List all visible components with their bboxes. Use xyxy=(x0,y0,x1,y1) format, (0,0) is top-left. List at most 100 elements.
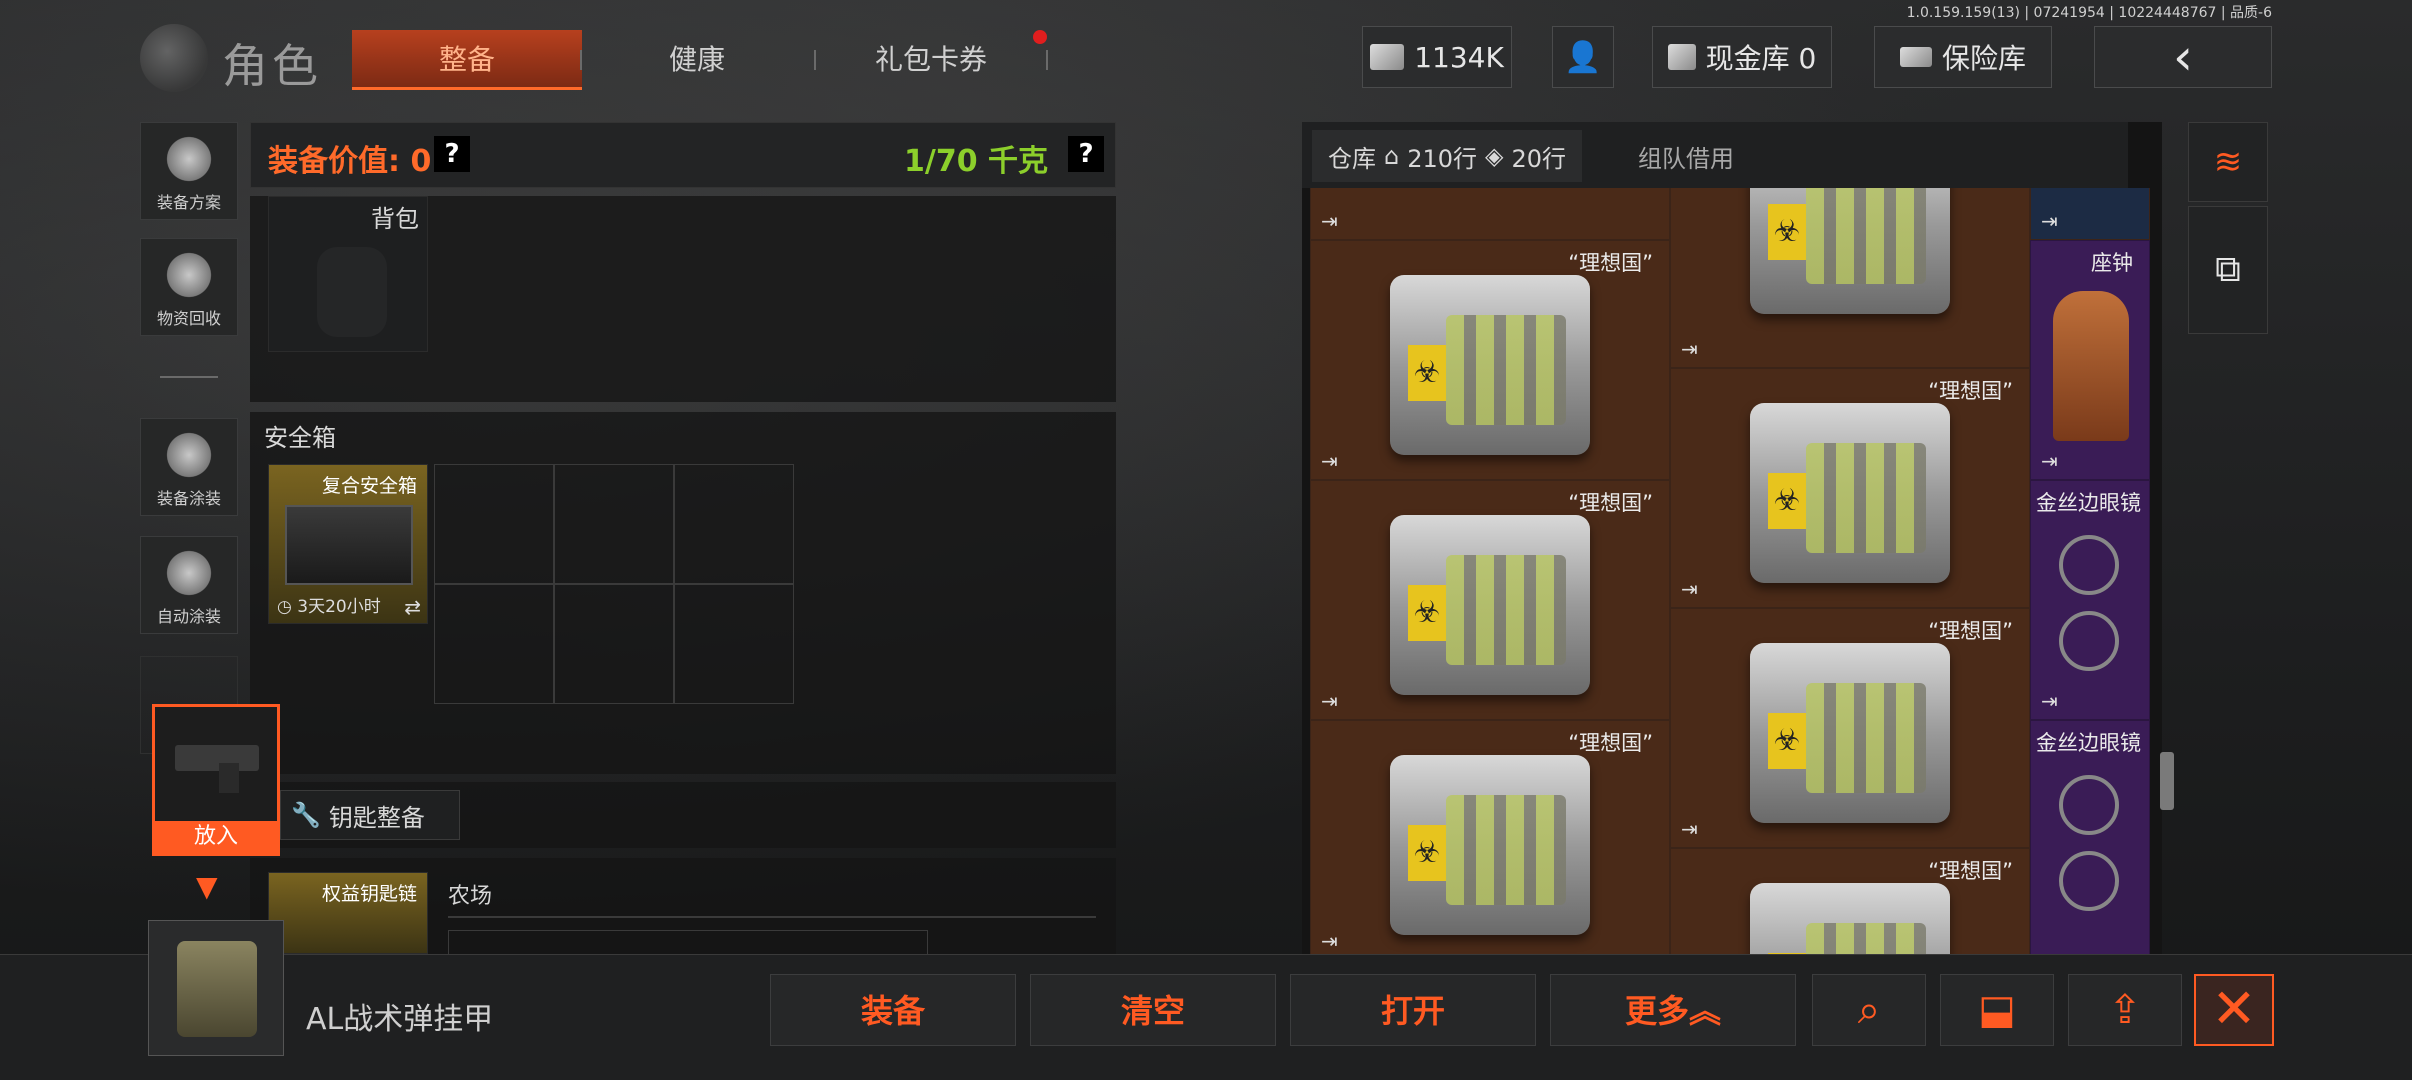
safe-box-grid xyxy=(434,464,794,704)
layers-download-icon: ⧉ xyxy=(2215,249,2241,290)
item-name: “理想国” xyxy=(1928,859,2013,883)
sidebar-divider xyxy=(160,376,218,378)
sidebar-equipment-plan[interactable]: 装备方案 xyxy=(140,122,238,220)
biohazard-case-icon xyxy=(1750,882,1950,954)
expand-icon: ⬓ xyxy=(1978,987,2016,1033)
warehouse-item[interactable]: 座钟 ⇥ xyxy=(2030,240,2150,480)
grid-cell[interactable] xyxy=(674,464,794,584)
cash-vault-button[interactable]: 现金库 0 xyxy=(1652,26,1832,88)
insurance-vault-button[interactable]: 保险库 xyxy=(1874,26,2052,88)
key-chain-item[interactable]: 权益钥匙链 xyxy=(268,872,428,954)
agent-button[interactable]: 👤 xyxy=(1552,26,1614,88)
warehouse-item[interactable]: ⇥ xyxy=(1670,188,2030,368)
transfer-icon: ⇥ xyxy=(1321,689,1338,713)
transfer-icon: ⇥ xyxy=(1681,817,1698,841)
item-name: “理想国” xyxy=(1928,619,2013,643)
warehouse-item[interactable]: 金丝边眼镜 ⇥ xyxy=(2030,480,2150,720)
tab-warehouse[interactable]: 仓库 ⌂ 210行 ◈ 20行 xyxy=(1312,130,1583,182)
biohazard-case-icon xyxy=(1390,274,1590,455)
dragged-item[interactable]: 放入 xyxy=(152,704,280,856)
grid-cell[interactable] xyxy=(554,584,674,704)
warehouse-item[interactable]: ⇥ xyxy=(1310,188,1670,240)
safe-box-item[interactable]: 复合安全箱 ◷ 3天20小时 ⇄ xyxy=(268,464,428,624)
warehouse-item[interactable]: 金丝边眼镜 xyxy=(2030,720,2150,954)
warehouse-rows-2: 20行 xyxy=(1511,144,1567,173)
grid-cell[interactable] xyxy=(434,584,554,704)
sidebar-auto-paint[interactable]: 自动涂装 xyxy=(140,536,238,634)
biohazard-case-icon xyxy=(1750,402,1950,583)
back-button[interactable]: ‹ xyxy=(2094,26,2272,88)
swap-icon[interactable]: ⇄ xyxy=(404,595,421,619)
tab-equip[interactable]: 整备 xyxy=(352,30,582,90)
tab-team-borrow[interactable]: 组队借用 xyxy=(1594,130,1778,182)
biohazard-case-icon xyxy=(1750,188,1950,315)
sidebar-paint[interactable]: 装备涂装 xyxy=(140,418,238,516)
value-help-button[interactable]: ? xyxy=(434,136,470,172)
warehouse-item[interactable]: “理想国” ⇥ xyxy=(1310,480,1670,720)
tab-divider xyxy=(1046,50,1048,70)
sidebar-label: 自动涂装 xyxy=(156,607,221,626)
close-button[interactable]: ✕ xyxy=(2194,974,2274,1046)
agent-icon: 👤 xyxy=(1564,39,1602,75)
cash-icon xyxy=(1370,44,1405,70)
safe-box-item-name: 复合安全箱 xyxy=(321,475,417,497)
transfer-icon: ⇥ xyxy=(1681,577,1698,601)
key-chain-name: 权益钥匙链 xyxy=(321,883,417,905)
helmet-icon xyxy=(162,135,216,183)
item-name: 金丝边眼镜 xyxy=(2036,491,2141,515)
layer-button[interactable]: ⧉ xyxy=(2188,206,2268,334)
insurance-label: 保险库 xyxy=(1941,42,2026,75)
selected-item-name: AL战术弹挂甲 xyxy=(306,1002,494,1037)
warehouse-item[interactable]: ⇥ xyxy=(2030,188,2150,240)
page-title: 角色 xyxy=(222,39,322,93)
transfer-icon: ⇥ xyxy=(2041,449,2058,473)
grid-cell[interactable] xyxy=(434,464,554,584)
warehouse-item[interactable]: “理想国” ⇥ xyxy=(1670,608,2030,848)
clock-icon xyxy=(2053,291,2129,441)
safe-box-timer: 3天20小时 xyxy=(297,597,381,617)
key-prepare-label: 钥匙整备 xyxy=(328,803,425,832)
biohazard-case-icon xyxy=(1750,642,1950,823)
backpack-slot[interactable]: 背包 xyxy=(268,196,428,352)
search-button[interactable]: ⌕ xyxy=(1812,974,1926,1046)
item-name: 金丝边眼镜 xyxy=(2036,731,2141,755)
brush-gear-icon xyxy=(162,549,216,597)
farm-grid xyxy=(448,930,928,954)
sort-button[interactable]: ≋ xyxy=(2188,122,2268,202)
transfer-icon: ⇥ xyxy=(2041,689,2058,713)
money-display[interactable]: 1134K xyxy=(1362,26,1512,88)
sidebar-recycle[interactable]: 物资回收 xyxy=(140,238,238,336)
item-name: “理想国” xyxy=(1568,251,1653,275)
biohazard-case-icon xyxy=(1390,754,1590,935)
grid-cell[interactable] xyxy=(554,464,674,584)
notification-dot xyxy=(1033,30,1047,44)
item-name: 座钟 xyxy=(2091,251,2133,275)
version-info: 1.0.159.159(13) | 07241954 | 10224448767… xyxy=(1906,5,2272,21)
more-button[interactable]: 更多︽ xyxy=(1550,974,1796,1046)
sell-button[interactable]: ⇪ xyxy=(2068,974,2182,1046)
warehouse-item[interactable]: “理想国” xyxy=(1670,848,2030,954)
key-icon: 🔧 xyxy=(291,801,321,829)
grid-cell[interactable] xyxy=(674,584,794,704)
warehouse-item[interactable]: “理想国” ⇥ xyxy=(1310,720,1670,954)
money-value: 1134K xyxy=(1414,40,1504,74)
warehouse-item[interactable]: “理想国” ⇥ xyxy=(1670,368,2030,608)
glasses-icon xyxy=(2059,535,2119,595)
search-icon: ⌕ xyxy=(1857,987,1881,1033)
open-button[interactable]: 打开 xyxy=(1290,974,1536,1046)
bag-icon: ◈ xyxy=(1485,142,1504,170)
selected-item-thumbnail[interactable] xyxy=(148,920,284,1056)
tab-health[interactable]: 健康 xyxy=(582,30,812,90)
tab-gift-cards[interactable]: 礼包卡券 xyxy=(816,30,1046,90)
farm-label: 农场 xyxy=(448,884,493,909)
equip-button[interactable]: 装备 xyxy=(770,974,1016,1046)
item-name: “理想国” xyxy=(1568,731,1653,755)
warehouse-scrollbar[interactable] xyxy=(2160,752,2174,810)
clear-button[interactable]: 清空 xyxy=(1030,974,1276,1046)
warehouse-item[interactable]: “理想国” ⇥ xyxy=(1310,240,1670,480)
expand-button[interactable]: ⬓ xyxy=(1940,974,2054,1046)
vault-icon xyxy=(1667,44,1696,70)
key-prepare-button[interactable]: 🔧 钥匙整备 xyxy=(280,790,460,840)
home-icon: ⌂ xyxy=(1384,142,1400,170)
weight-help-button[interactable]: ? xyxy=(1068,136,1104,172)
